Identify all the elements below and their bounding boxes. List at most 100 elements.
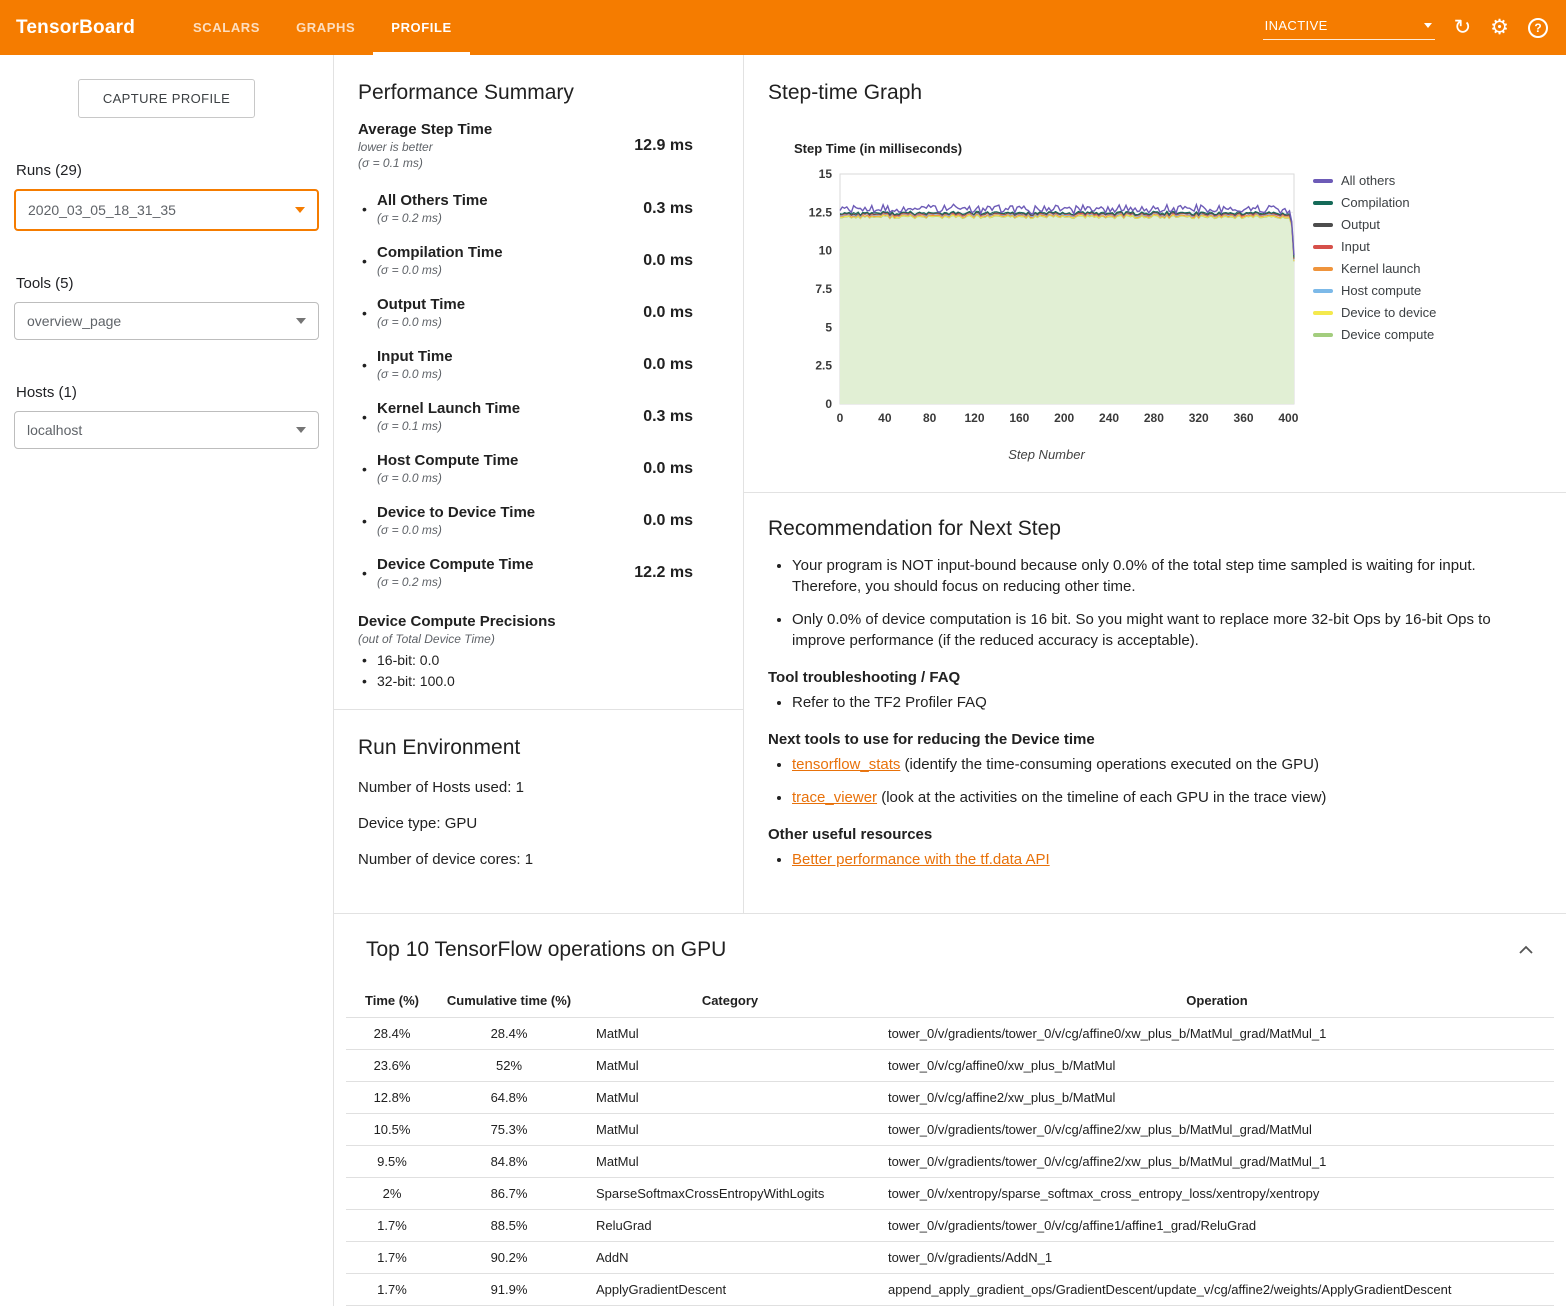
settings-gear-icon[interactable]: ⚙ [1490,17,1509,38]
ops-table-cell: tower_0/v/gradients/AddN_1 [880,1242,1554,1274]
hosts-select[interactable]: localhost [14,411,319,449]
resources-list: Better performance with the tf.data API [768,849,1542,870]
step-time-graph-title: Step-time Graph [768,81,1542,105]
runs-select[interactable]: 2020_03_05_18_31_35 [14,189,319,231]
svg-text:12.5: 12.5 [809,205,833,219]
perf-metric: • Kernel Launch Time (σ = 0.1 ms) 0.3 ms [362,400,719,433]
svg-text:40: 40 [878,411,892,425]
svg-text:320: 320 [1189,411,1209,425]
ops-table-cell: 91.9% [438,1274,580,1306]
nav-tab-label: SCALARS [193,20,260,35]
status-select-value: INACTIVE [1265,18,1328,33]
ops-column-header: Operation [880,984,1554,1018]
perf-metric: • Host Compute Time (σ = 0.0 ms) 0.0 ms [362,452,719,485]
nav-tab-graphs[interactable]: GRAPHS [278,0,373,55]
ops-table-cell: 12.8% [346,1082,438,1114]
chart-title: Step Time (in milliseconds) [794,141,1299,156]
svg-text:80: 80 [923,411,937,425]
precision-list: •16-bit: 0.0•32-bit: 100.0 [358,652,719,689]
graph-column: Step-time Graph Step Time (in millisecon… [744,55,1566,913]
svg-text:2.5: 2.5 [815,359,832,373]
status-select[interactable]: INACTIVE [1263,16,1435,40]
top-ops-title: Top 10 TensorFlow operations on GPU [366,938,726,962]
tensorflow-stats-link[interactable]: tensorflow_stats [792,756,900,773]
ops-table-cell: ApplyGradientDescent [580,1274,880,1306]
metric-value: 0.0 ms [643,304,719,322]
tfdata-performance-link[interactable]: Better performance with the tf.data API [792,851,1050,868]
legend-label: Device compute [1341,327,1434,342]
legend-swatch [1313,267,1333,271]
recommendation-bullets: Your program is NOT input-bound because … [768,555,1542,651]
ops-table-row: 10.5%75.3%MatMultower_0/v/gradients/towe… [346,1114,1554,1146]
legend-label: Output [1341,217,1380,232]
ops-table-cell: MatMul [580,1146,880,1178]
help-icon[interactable]: ? [1528,18,1548,38]
ops-column-header: Cumulative time (%) [438,984,580,1018]
nav-tab-profile[interactable]: PROFILE [373,0,470,55]
ops-table-cell: tower_0/v/cg/affine2/xw_plus_b/MatMul [880,1082,1554,1114]
ops-column-header: Time (%) [346,984,438,1018]
header-controls: INACTIVE ↻ ⚙ ? [1263,16,1548,40]
performance-summary-title: Performance Summary [358,81,719,105]
ops-table-cell: MatMul [580,1050,880,1082]
metric-label: Input Time [377,348,643,365]
tools-select[interactable]: overview_page [14,302,319,340]
svg-text:7.5: 7.5 [815,282,832,296]
svg-text:160: 160 [1009,411,1029,425]
x-axis-label: Step Number [794,447,1299,462]
recommendation-bullet: Your program is NOT input-bound because … [792,555,1542,598]
precision-item: •32-bit: 100.0 [362,673,719,689]
chart-legend: All othersCompilationOutputInputKernel l… [1313,173,1436,462]
bullet-icon: • [362,513,377,529]
ops-column-header: Category [580,984,880,1018]
ops-table-row: 23.6%52%MatMultower_0/v/cg/affine0/xw_pl… [346,1050,1554,1082]
chevron-down-icon [296,318,306,324]
trace-viewer-link[interactable]: trace_viewer [792,789,877,806]
metric-label: Compilation Time [377,244,643,261]
legend-swatch [1313,201,1333,205]
tool-item-text: (identify the time-consuming operations … [900,756,1319,773]
ops-table-cell: AddN [580,1242,880,1274]
nav-tab-label: PROFILE [391,20,452,35]
collapse-chevron-icon[interactable] [1512,939,1540,961]
ops-table-row: 28.4%28.4%MatMultower_0/v/gradients/towe… [346,1018,1554,1050]
refresh-icon[interactable]: ↻ [1454,17,1472,38]
run-environment-line: Device type: GPU [358,815,719,832]
ops-table-cell: 10.5% [346,1114,438,1146]
step-time-chart-svg: 02.557.51012.515040801201602002402803203… [794,164,1299,428]
legend-label: Host compute [1341,283,1421,298]
metric-sigma: (σ = 0.1 ms) [377,419,643,433]
ops-table-row: 12.8%64.8%MatMultower_0/v/cg/affine2/xw_… [346,1082,1554,1114]
metric-value: 0.3 ms [643,200,719,218]
metric-value: 0.0 ms [643,252,719,270]
precisions-label: Device Compute Precisions [358,613,719,630]
nav-tab-scalars[interactable]: SCALARS [175,0,278,55]
metric-value: 12.9 ms [634,137,719,155]
bullet-icon: • [362,565,377,581]
capture-profile-button[interactable]: CAPTURE PROFILE [78,79,255,118]
perf-metric: • Device to Device Time (σ = 0.0 ms) 0.0… [362,504,719,537]
metric-sigma: (σ = 0.2 ms) [377,575,634,589]
run-environment-line: Number of device cores: 1 [358,851,719,868]
legend-swatch [1313,179,1333,183]
metric-value: 0.0 ms [643,356,719,374]
svg-text:0: 0 [825,397,832,411]
legend-swatch [1313,289,1333,293]
legend-label: Kernel launch [1341,261,1421,276]
top-ops-table: Time (%)Cumulative time (%)CategoryOpera… [346,984,1554,1306]
legend-swatch [1313,223,1333,227]
next-tools-heading: Next tools to use for reducing the Devic… [768,731,1542,748]
perf-metric: • Device Compute Time (σ = 0.2 ms) 12.2 … [362,556,719,589]
bullet-icon: • [362,357,377,373]
legend-swatch [1313,245,1333,249]
perf-metric: • Output Time (σ = 0.0 ms) 0.0 ms [362,296,719,329]
ops-header-row: Time (%)Cumulative time (%)CategoryOpera… [346,984,1554,1018]
legend-label: All others [1341,173,1395,188]
metric-label: Device Compute Time [377,556,634,573]
ops-table-cell: ReluGrad [580,1210,880,1242]
perf-metric: • All Others Time (σ = 0.2 ms) 0.3 ms [362,192,719,225]
legend-item: All others [1313,173,1436,188]
svg-text:280: 280 [1144,411,1164,425]
perf-metric-list: • All Others Time (σ = 0.2 ms) 0.3 ms • … [358,192,719,589]
svg-text:240: 240 [1099,411,1119,425]
